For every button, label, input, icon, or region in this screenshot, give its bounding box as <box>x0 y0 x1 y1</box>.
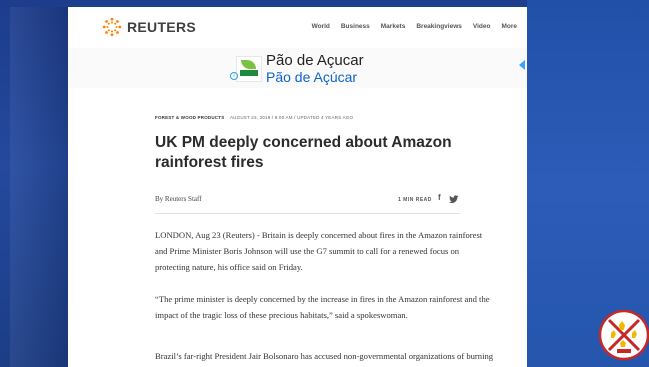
article-paragraph: Brazil’s far-right President Jair Bolson… <box>155 351 494 367</box>
article-paragraph: LONDON, Aug 23 (Reuters) - Britain is de… <box>155 230 483 272</box>
nav-video[interactable]: Video <box>473 23 491 30</box>
read-time: 1 MIN READ <box>398 197 432 203</box>
nav-more[interactable]: More <box>501 23 517 30</box>
brand-name: REUTERS <box>127 19 196 35</box>
article-meta: FOREST & WOOD PRODUCTS AUGUST 23, 2019 /… <box>155 115 353 120</box>
site-header: REUTERS World Business Markets Breakingv… <box>68 7 527 47</box>
chevron-left-icon[interactable] <box>519 60 525 70</box>
nav-world[interactable]: World <box>312 23 330 30</box>
byline: By Reuters Staff <box>155 195 202 203</box>
nav-business[interactable]: Business <box>341 23 370 30</box>
article-headline: UK PM deeply concerned about Amazon rain… <box>155 134 452 171</box>
ad-title[interactable]: Pão de Açucar <box>266 52 364 69</box>
ad-link[interactable]: Pão de Açúcar <box>266 69 357 85</box>
ad-info-icon[interactable]: i <box>230 72 238 80</box>
reuters-logo-icon <box>102 17 122 37</box>
nav-breakingviews[interactable]: Breakingviews <box>416 23 462 30</box>
facebook-icon[interactable]: f <box>438 193 441 202</box>
ad-brand-logo[interactable] <box>236 56 262 82</box>
article-timestamp: AUGUST 23, 2019 / 9:00 AM / UPDATED 4 YE… <box>229 115 354 120</box>
article-paragraph: “The prime minister is deeply concerned … <box>155 294 490 320</box>
twitter-icon[interactable] <box>449 194 459 204</box>
left-backdrop <box>0 0 68 367</box>
article-category[interactable]: FOREST & WOOD PRODUCTS <box>155 115 224 120</box>
byline-row: By Reuters Staff 1 MIN READ f <box>155 189 460 214</box>
ad-banner[interactable]: i Pão de Açucar Pão de Açúcar <box>68 48 527 88</box>
reuters-logo[interactable]: REUTERS <box>102 17 196 37</box>
channel-badge-icon <box>598 309 649 361</box>
article-page: REUTERS World Business Markets Breakingv… <box>68 7 527 367</box>
main-nav: World Business Markets Breakingviews Vid… <box>312 23 517 30</box>
nav-markets[interactable]: Markets <box>381 23 406 30</box>
